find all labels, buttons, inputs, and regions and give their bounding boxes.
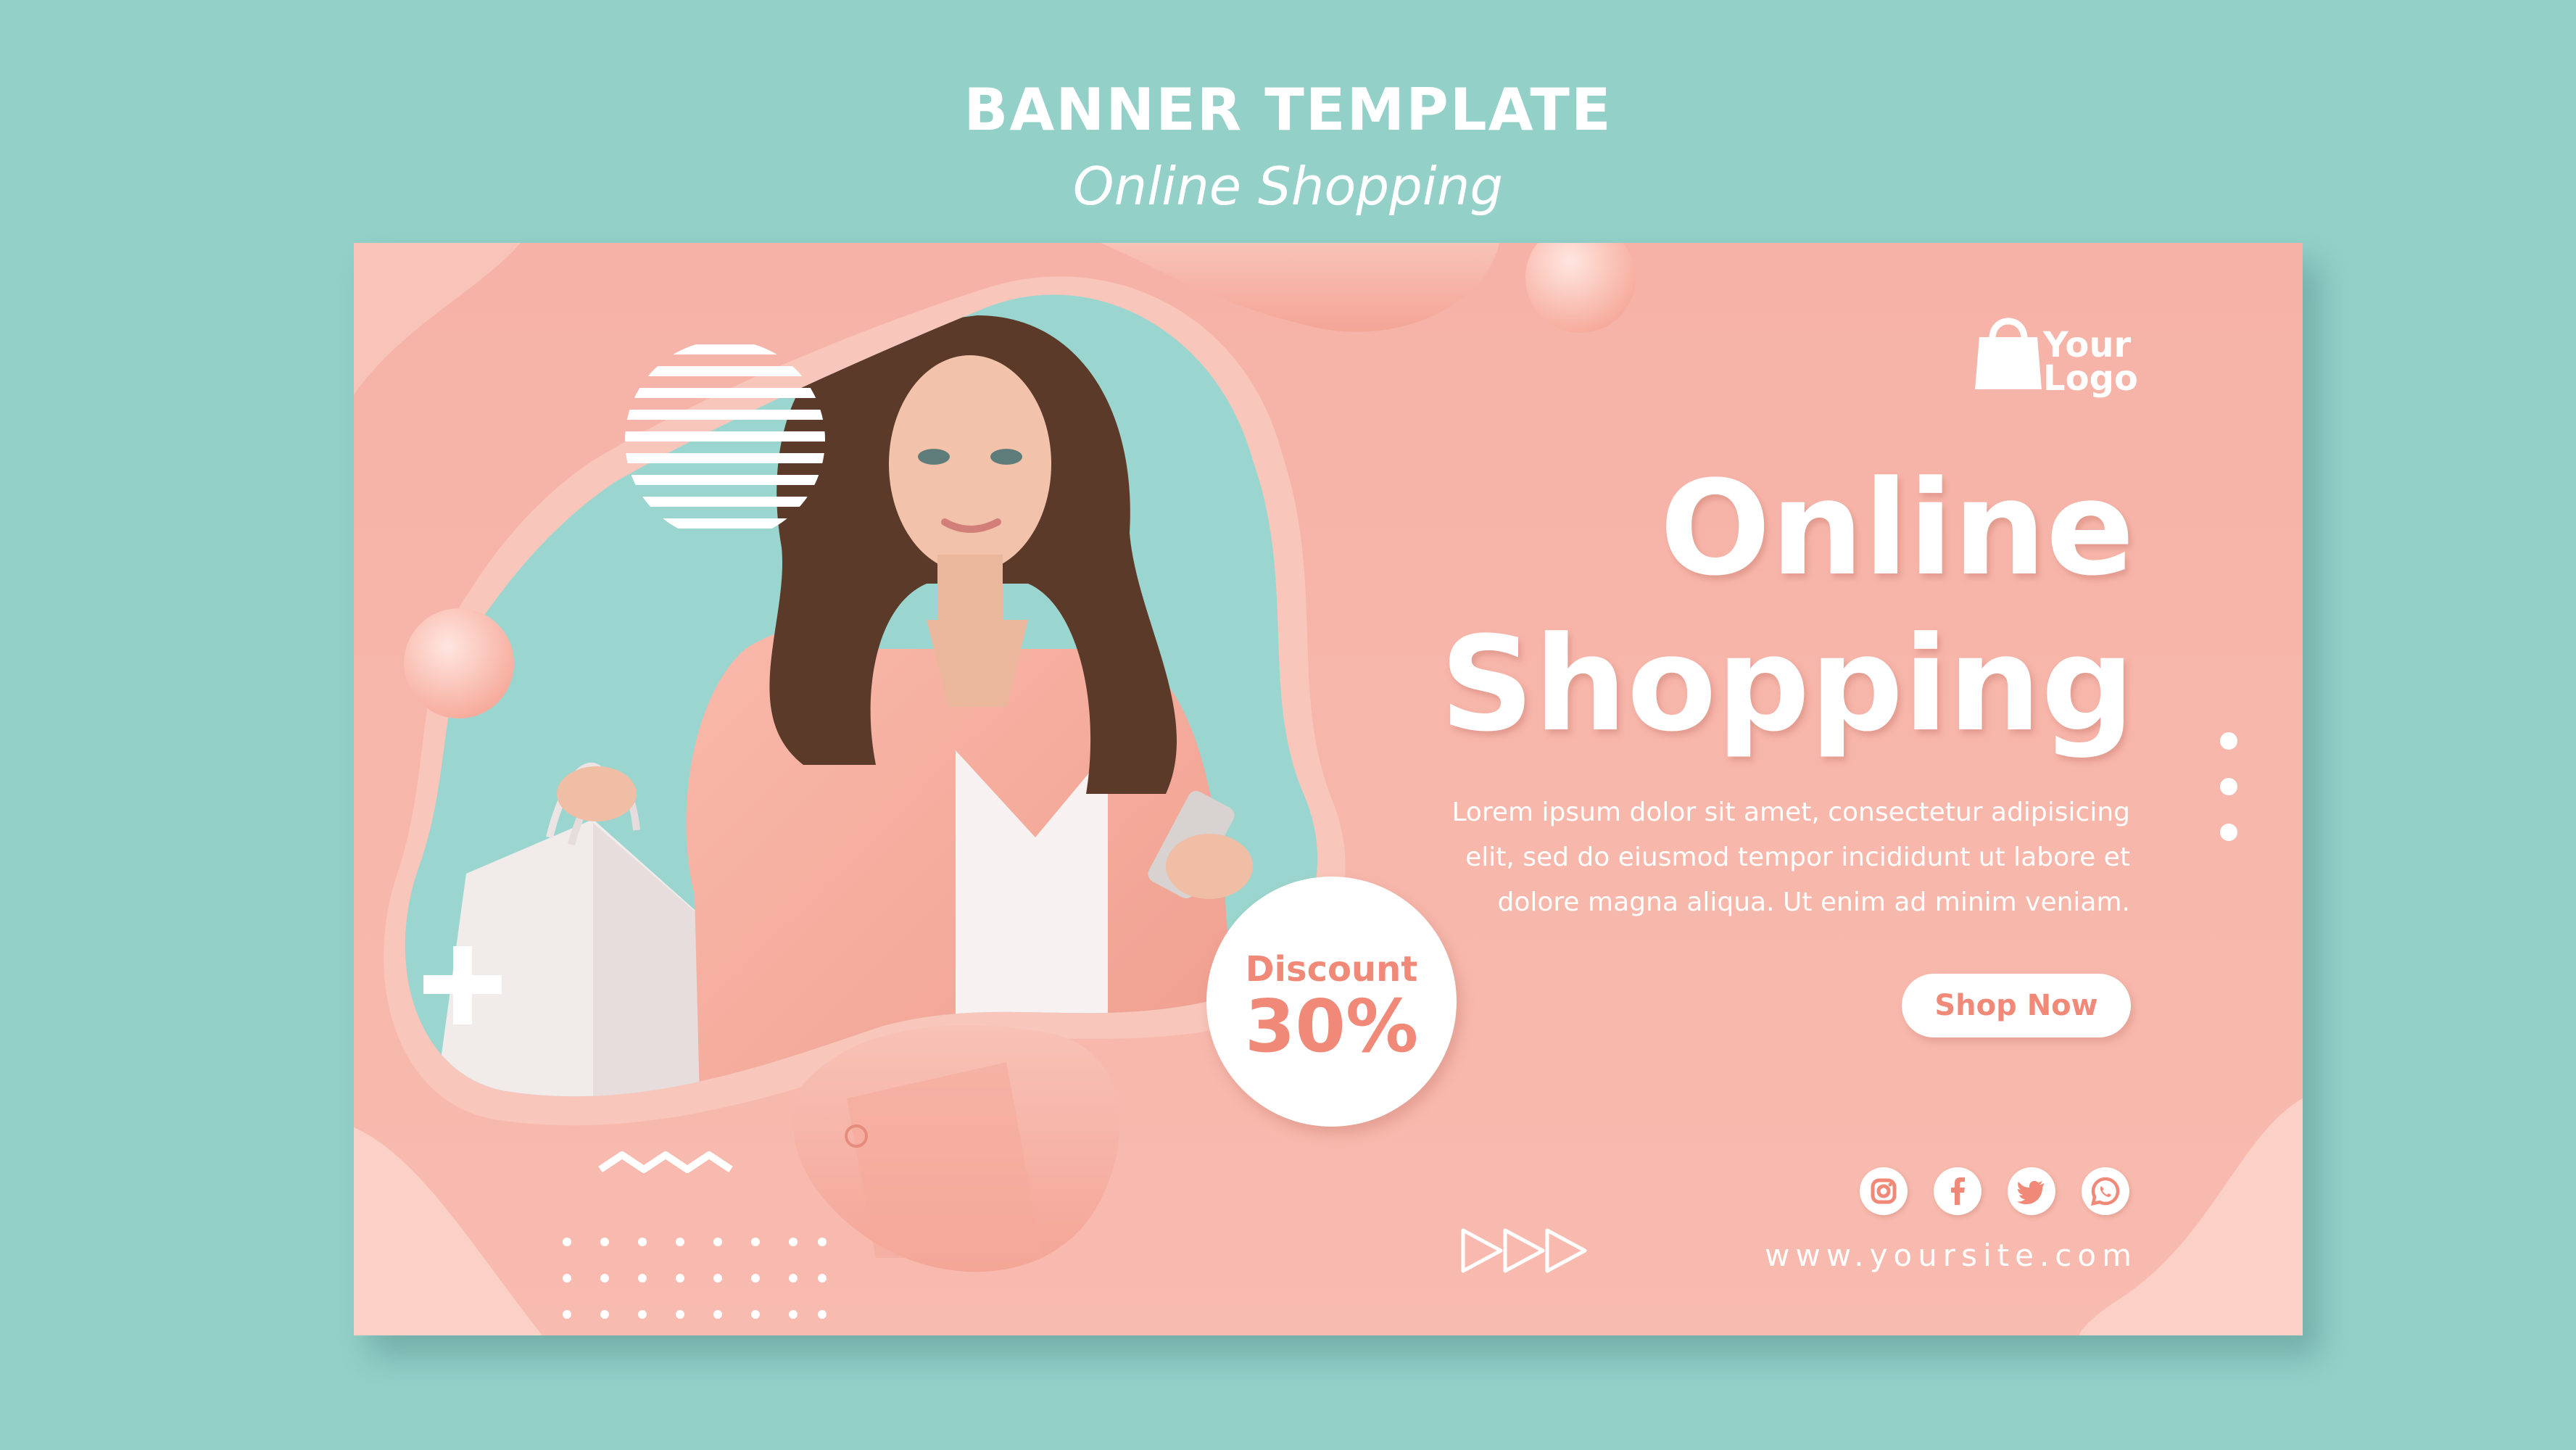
instagram-icon[interactable]	[1860, 1167, 1908, 1215]
whatsapp-icon[interactable]	[2082, 1167, 2129, 1215]
page: BANNER TEMPLATE Online Shopping Your Log…	[0, 0, 2576, 1450]
arrows-decoration	[1461, 1228, 1587, 1273]
facebook-icon[interactable]	[1934, 1167, 1981, 1215]
shopping-bag-icon	[1975, 318, 2042, 389]
body-text: Lorem ipsum dolor sit amet, consectetur …	[1451, 798, 2130, 917]
bottom-right-wave	[2079, 1098, 2303, 1335]
zigzag-decoration	[598, 1151, 733, 1173]
discount-badge: Discount 30%	[1206, 877, 1457, 1127]
twitter-icon[interactable]	[2008, 1167, 2055, 1215]
headline-line1: Online	[1660, 453, 2134, 605]
page-title: BANNER TEMPLATE	[964, 76, 1612, 144]
dot	[2220, 824, 2237, 841]
banner: Your Logo Online Shopping Lorem ipsum do…	[354, 243, 2303, 1335]
dot-grid	[563, 1238, 827, 1319]
bottom-left-wave	[354, 1127, 542, 1335]
top-ball	[1525, 243, 1636, 333]
logo-line2: Logo	[2043, 358, 2138, 399]
dot	[2220, 732, 2237, 750]
page-subtitle: Online Shopping	[1072, 156, 1504, 217]
shop-now-button[interactable]: Shop Now	[1902, 974, 2131, 1037]
face	[889, 355, 1051, 573]
discount-value: 30%	[1244, 984, 1419, 1069]
headline-line2: Shopping	[1440, 609, 2134, 761]
corner-wave	[354, 243, 521, 395]
website-url[interactable]: www.yoursite.com	[1765, 1238, 2137, 1273]
dot	[2220, 778, 2237, 795]
logo-text: Your Logo	[2043, 325, 2138, 399]
peach-ball	[404, 608, 514, 718]
logo-line1: Your	[2043, 325, 2132, 365]
